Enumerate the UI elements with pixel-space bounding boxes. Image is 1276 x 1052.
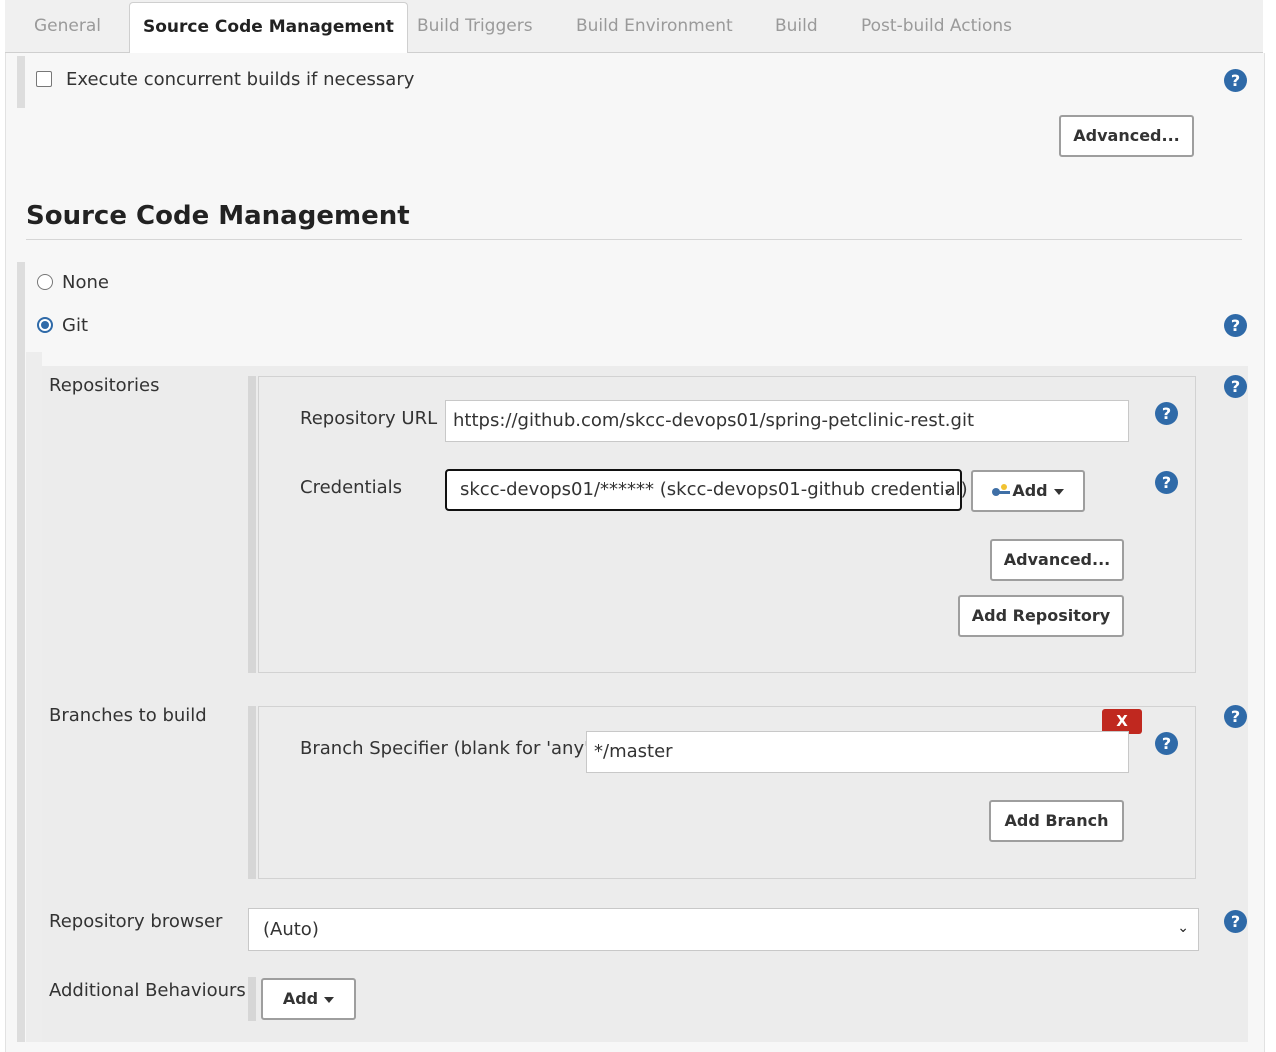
concurrent-builds-checkbox[interactable] — [36, 71, 52, 87]
help-icon[interactable]: ? — [1224, 69, 1247, 92]
help-icon[interactable]: ? — [1224, 375, 1247, 398]
repositories-label: Repositories — [49, 375, 160, 396]
key-icon — [992, 483, 1011, 497]
help-icon[interactable]: ? — [1224, 705, 1247, 728]
help-icon[interactable]: ? — [1155, 732, 1178, 755]
add-credentials-button[interactable]: Add — [971, 470, 1085, 512]
tab-build-environment[interactable]: Build Environment — [576, 0, 733, 52]
section-left-bar — [17, 56, 25, 108]
tab-general[interactable]: General — [34, 0, 101, 52]
scm-left-bar — [17, 262, 25, 1042]
page-title: Source Code Management — [26, 201, 410, 231]
repository-advanced-button[interactable]: Advanced... — [990, 539, 1124, 581]
add-credentials-label: Add — [1012, 481, 1048, 500]
credentials-select[interactable]: skcc-devops01/****** (skcc-devops01-gith… — [445, 469, 968, 511]
help-icon[interactable]: ? — [1224, 314, 1247, 337]
general-advanced-button[interactable]: Advanced... — [1059, 115, 1194, 157]
tab-source-code-management[interactable]: Source Code Management — [129, 2, 408, 54]
scm-git-radio[interactable] — [37, 317, 53, 333]
add-branch-button[interactable]: Add Branch — [989, 800, 1124, 842]
branches-label: Branches to build — [49, 705, 207, 726]
chevron-down-icon: ⌄ — [942, 481, 954, 497]
credentials-label: Credentials — [300, 477, 403, 498]
concurrent-builds-label: Execute concurrent builds if necessary — [66, 69, 415, 90]
add-repository-button[interactable]: Add Repository — [958, 595, 1124, 637]
branches-left-bar — [248, 706, 256, 879]
tab-build-triggers[interactable]: Build Triggers — [417, 0, 533, 52]
help-icon[interactable]: ? — [1224, 910, 1247, 933]
divider — [26, 239, 1242, 240]
credentials-value: skcc-devops01/****** (skcc-devops01-gith… — [460, 479, 968, 500]
chevron-down-icon: ⌄ — [1177, 920, 1189, 936]
add-behaviour-button[interactable]: Add — [261, 978, 356, 1020]
repository-browser-value: (Auto) — [263, 919, 319, 940]
branch-specifier-input[interactable]: */master — [586, 731, 1129, 773]
tab-post-build-actions[interactable]: Post-build Actions — [861, 0, 1012, 52]
dropdown-caret-icon — [1053, 488, 1064, 495]
git-indent — [26, 352, 42, 1042]
scm-git-label: Git — [62, 315, 89, 336]
additional-behaviours-label: Additional Behaviours — [49, 980, 246, 1001]
scm-none-label: None — [62, 272, 109, 293]
repository-browser-select[interactable]: (Auto) ⌄ — [248, 908, 1199, 951]
tab-bar: General Source Code Management Build Tri… — [5, 0, 1263, 54]
repository-browser-label: Repository browser — [49, 911, 223, 932]
tab-build[interactable]: Build — [775, 0, 818, 52]
add-behaviour-label: Add — [282, 989, 319, 1008]
help-icon[interactable]: ? — [1155, 471, 1178, 494]
help-icon[interactable]: ? — [1155, 402, 1178, 425]
repositories-left-bar — [248, 376, 256, 673]
repository-url-input[interactable]: https://github.com/skcc-devops01/spring-… — [445, 400, 1129, 442]
branch-specifier-label: Branch Specifier (blank for 'any') — [300, 738, 597, 759]
behaviours-left-bar — [248, 977, 256, 1021]
repository-url-label: Repository URL — [300, 408, 438, 429]
dropdown-caret-icon — [324, 996, 335, 1003]
scm-none-radio[interactable] — [37, 274, 53, 290]
